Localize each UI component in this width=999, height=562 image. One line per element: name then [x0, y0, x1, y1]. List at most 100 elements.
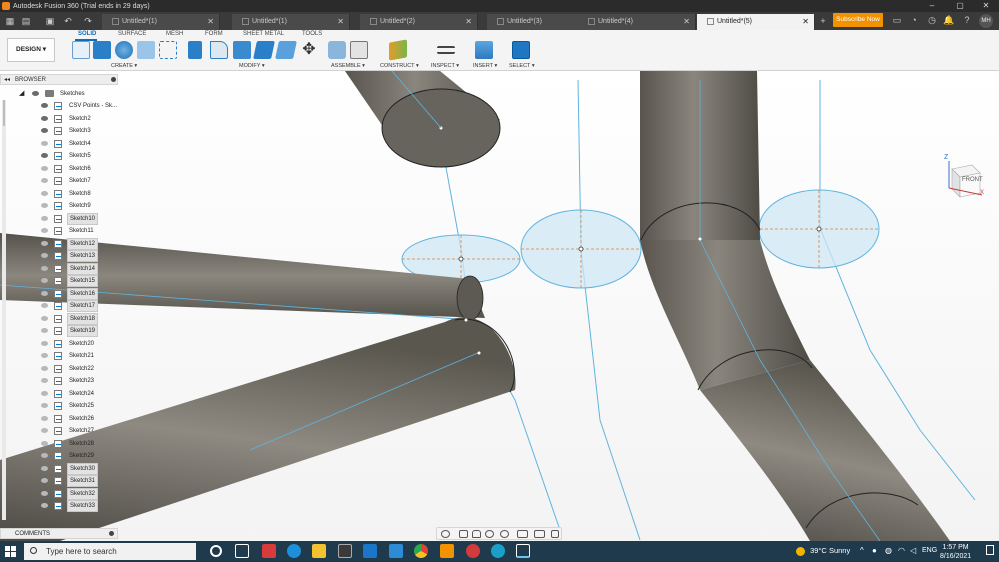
visibility-eye-icon[interactable] [41, 228, 48, 233]
grid-settings-icon[interactable] [534, 530, 545, 538]
visibility-eye-icon[interactable] [41, 428, 48, 433]
visibility-eye-icon[interactable] [32, 91, 39, 96]
online-status-icon[interactable]: ◔ [908, 14, 920, 26]
tube-top-left[interactable] [345, 71, 501, 168]
redo-icon[interactable]: ↷ [82, 15, 94, 27]
browser-sketch-item[interactable]: Sketch33 [0, 500, 120, 512]
browser-sketch-item[interactable]: Sketch2 [0, 113, 120, 125]
visibility-eye-icon[interactable] [41, 403, 48, 408]
tab-form[interactable]: FORM [205, 31, 223, 37]
sketches-folder[interactable]: ◢ Sketches [0, 88, 120, 100]
joint-icon[interactable] [350, 41, 368, 59]
subscribe-button[interactable]: Subscribe Now [833, 13, 883, 27]
display-settings-icon[interactable] [517, 530, 528, 538]
viewports-icon[interactable] [551, 530, 559, 538]
visibility-eye-icon[interactable] [41, 203, 48, 208]
close-window-button[interactable]: ✕ [976, 0, 996, 12]
weather-widget[interactable]: 39°C Sunny [796, 546, 850, 556]
browser-sketch-item[interactable]: Sketch26 [0, 413, 120, 425]
pin-icon[interactable] [111, 77, 116, 82]
extensions-icon[interactable]: ◷ [926, 14, 938, 26]
visibility-eye-icon[interactable] [41, 465, 48, 471]
browser-sketch-item[interactable]: Sketch19 [0, 325, 120, 337]
file-menu-icon[interactable]: ▤ [20, 15, 32, 27]
chrome-icon[interactable] [414, 544, 428, 558]
mail-icon[interactable] [363, 544, 377, 558]
look-at-icon[interactable] [459, 530, 468, 538]
clock[interactable]: 1:57 PM 8/16/2021 [940, 543, 971, 561]
browser-sketch-item[interactable]: Sketch16 [0, 287, 120, 300]
browser-sketch-item[interactable]: Sketch21 [0, 350, 120, 362]
windows-start-icon[interactable] [5, 546, 16, 557]
visibility-eye-icon[interactable] [41, 328, 48, 333]
edge-browser-icon[interactable] [287, 544, 301, 558]
document-tab[interactable]: Untitled*(2) ✕ [360, 14, 478, 30]
browser-sketch-item[interactable]: Sketch15 [0, 275, 120, 287]
cortana-icon[interactable] [210, 545, 222, 557]
insert-image-icon[interactable] [475, 41, 493, 59]
browser-app-icon[interactable] [491, 544, 505, 558]
tab-tools[interactable]: TOOLS [302, 31, 322, 37]
collapse-browser-icon[interactable]: ◂◂ [4, 75, 10, 85]
visibility-eye-icon[interactable] [41, 503, 48, 508]
browser-sketch-item[interactable]: Sketch11 [0, 225, 120, 237]
visibility-eye-icon[interactable] [41, 490, 48, 496]
visibility-eye-icon[interactable] [41, 278, 48, 283]
volume-icon[interactable]: ◁ [910, 546, 916, 555]
construct-menu[interactable]: CONSTRUCT ▾ [380, 63, 419, 69]
extrude-icon[interactable] [93, 41, 111, 59]
tab-mesh[interactable]: MESH [166, 31, 183, 37]
visibility-eye-icon[interactable] [41, 453, 48, 458]
wifi-icon[interactable]: ◠ [898, 546, 905, 555]
app-icon[interactable] [466, 544, 480, 558]
create-menu[interactable]: CREATE ▾ [111, 63, 137, 69]
browser-sketch-item[interactable]: Sketch23 [0, 375, 120, 387]
replace-face-icon[interactable] [275, 41, 297, 59]
fit-icon[interactable] [500, 530, 509, 538]
user-avatar[interactable]: MH [979, 14, 993, 28]
visibility-eye-icon[interactable] [41, 140, 48, 146]
visibility-eye-icon[interactable] [41, 290, 48, 296]
browser-sketch-item[interactable]: Sketch29 [0, 450, 120, 462]
visibility-eye-icon[interactable] [41, 340, 48, 346]
visibility-eye-icon[interactable] [41, 240, 48, 246]
visibility-eye-icon[interactable] [41, 440, 48, 446]
select-menu[interactable]: SELECT ▾ [509, 63, 535, 69]
browser-sketch-item[interactable]: Sketch20 [0, 338, 120, 350]
modify-menu[interactable]: MODIFY ▾ [239, 63, 265, 69]
visibility-eye-icon[interactable] [41, 315, 48, 321]
model-scene[interactable] [0, 71, 999, 541]
browser-sketch-item[interactable]: Sketch24 [0, 388, 120, 400]
select-icon[interactable] [512, 41, 530, 59]
fillet-icon[interactable] [210, 41, 228, 59]
visibility-eye-icon[interactable] [41, 390, 48, 396]
document-tab[interactable]: Untitled*(4) ✕ [578, 14, 696, 30]
visibility-eye-icon[interactable] [41, 190, 48, 196]
browser-sketch-item[interactable]: Sketch17 [0, 300, 120, 312]
comments-panel[interactable]: COMMENTS [0, 528, 118, 539]
browser-sketch-item[interactable]: Sketch9 [0, 200, 120, 212]
visibility-eye-icon[interactable] [41, 478, 48, 483]
browser-sketch-item[interactable]: Sketch32 [0, 487, 120, 500]
language-indicator[interactable]: ENG [922, 547, 937, 554]
taskbar-search-input[interactable]: Type here to search [24, 543, 196, 560]
browser-sketch-item[interactable]: Sketch8 [0, 188, 120, 200]
shell-icon[interactable] [233, 41, 251, 59]
sweep-icon[interactable] [137, 41, 155, 59]
visibility-eye-icon[interactable] [41, 103, 48, 108]
visibility-eye-icon[interactable] [41, 178, 48, 183]
visibility-eye-icon[interactable] [41, 128, 48, 133]
minimize-button[interactable]: – [922, 0, 942, 12]
visibility-eye-icon[interactable] [41, 253, 48, 258]
show-hidden-icons-icon[interactable]: ^ [860, 546, 864, 555]
move-icon[interactable]: ✥ [300, 41, 318, 59]
document-tab[interactable]: Untitled*(1) ✕ [102, 14, 220, 30]
file-explorer-icon[interactable] [312, 544, 326, 558]
visibility-eye-icon[interactable] [41, 265, 48, 271]
document-tab[interactable]: Untitled*(1) ✕ [232, 14, 350, 30]
undo-icon[interactable]: ↶ [62, 15, 74, 27]
tube-right-bend[interactable] [640, 71, 950, 541]
viewcube-face-label[interactable]: FRONT [962, 177, 983, 183]
revolve-icon[interactable] [115, 41, 133, 59]
store-icon[interactable] [338, 544, 352, 558]
